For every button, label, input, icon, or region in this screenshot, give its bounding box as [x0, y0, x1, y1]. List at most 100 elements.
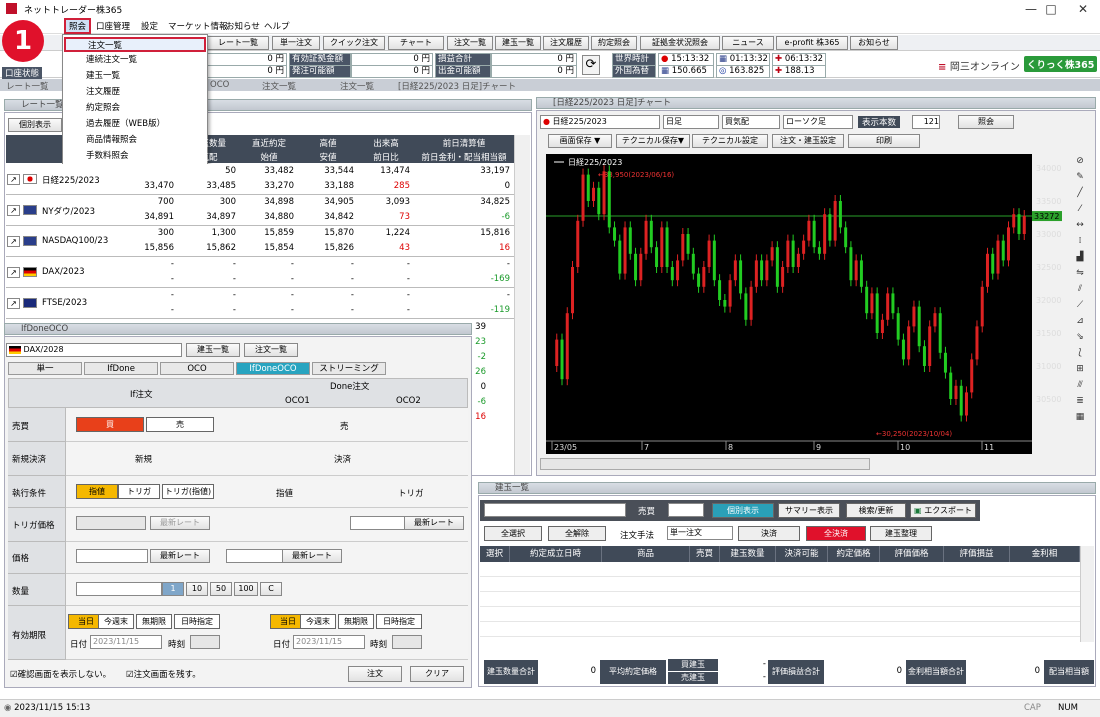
wtab-chart[interactable]: [日経225/2023 日足]チャート	[398, 80, 516, 92]
refresh-icon[interactable]: ⟳	[582, 55, 600, 75]
dropdown-item[interactable]: 過去履歴（WEB版）	[64, 117, 206, 132]
chart-period-select[interactable]: 日足	[663, 115, 719, 129]
chart-scrollbar[interactable]	[540, 458, 870, 470]
keep-window-checkbox[interactable]: ☑注文画面を残す。	[126, 668, 201, 680]
chart-link-icon[interactable]: ↗	[7, 205, 20, 216]
dropdown-item[interactable]: 注文履歴	[64, 85, 206, 100]
cond-button[interactable]: トリガ(指値)	[162, 484, 214, 499]
chart-tool-icon[interactable]: ↔	[1073, 220, 1087, 232]
toolbar-execution-button[interactable]: 約定照会	[591, 36, 637, 50]
chart-tool-icon[interactable]: ≣	[1073, 396, 1087, 408]
if-exp-button[interactable]: 日時指定	[174, 614, 220, 629]
if-date-input[interactable]: 2023/11/15	[90, 635, 162, 649]
ifd-tab[interactable]: IfDone	[84, 362, 158, 375]
chart-link-icon[interactable]: ↗	[7, 267, 20, 278]
toolbar-notice-button[interactable]: お知らせ	[850, 36, 898, 50]
ifd-order-button[interactable]: 注文	[348, 666, 402, 682]
if-trigger-latest-button[interactable]: 最新レート	[150, 516, 210, 530]
arrange-positions-button[interactable]: 建玉整理	[870, 526, 932, 541]
pos-search-button[interactable]: 検索/更新	[846, 503, 906, 518]
chart-tool-icon[interactable]: ⇋	[1073, 268, 1087, 280]
chart-tool-icon[interactable]: ▦	[1073, 412, 1087, 424]
chart-type-select[interactable]: ローソク足	[783, 115, 853, 129]
chart-action-button[interactable]: 画面保存 ▼	[548, 134, 612, 148]
qty-preset-button[interactable]: 100	[234, 582, 258, 596]
menu-news[interactable]: お知らせ	[226, 20, 260, 32]
chart-count-input[interactable]: 121	[912, 115, 940, 129]
dropdown-item[interactable]: 建玉一覧	[64, 69, 206, 84]
toolbar-chart-button[interactable]: チャート	[388, 36, 444, 50]
checkbox-icon[interactable]: ☑	[10, 670, 18, 680]
toolbar-position-list-button[interactable]: 建玉一覧	[495, 36, 541, 50]
chart-tool-icon[interactable]: ⊘	[1073, 156, 1087, 168]
menu-market[interactable]: マーケット情報	[168, 20, 228, 32]
if-time-input[interactable]	[190, 635, 220, 649]
menu-account[interactable]: 口座管理	[96, 20, 130, 32]
chart-tool-icon[interactable]: ⟋	[1073, 300, 1087, 312]
chart-tool-icon[interactable]: ⁄	[1073, 204, 1087, 216]
buy-button[interactable]: 買	[76, 417, 144, 432]
close-position-button[interactable]: 決済	[738, 526, 800, 541]
pos-symbol-select[interactable]	[484, 503, 626, 517]
toolbar-order-history-button[interactable]: 注文履歴	[543, 36, 589, 50]
chart-tool-icon[interactable]: ⊿	[1073, 316, 1087, 328]
sell-button[interactable]: 売	[146, 417, 214, 432]
chart-tool-icon[interactable]: ⇘	[1073, 332, 1087, 344]
toolbar-single-order-button[interactable]: 単一注文	[272, 36, 320, 50]
close-button[interactable]: ✕	[1060, 0, 1100, 18]
chart-tool-icon[interactable]: ⫽	[1073, 284, 1087, 296]
ifd-tab[interactable]: IfDoneOCO	[236, 362, 310, 375]
qty-preset-button[interactable]: 1	[162, 582, 184, 596]
qty-preset-button[interactable]: 50	[210, 582, 232, 596]
cond-button[interactable]: 指値	[76, 484, 118, 499]
menu-settings[interactable]: 設定	[141, 20, 158, 32]
oco2-trigger-latest-button[interactable]: 最新レート	[404, 516, 464, 530]
done-date-input[interactable]: 2023/11/15	[293, 635, 365, 649]
chart-link-icon[interactable]: ↗	[7, 236, 20, 247]
toolbar-eprofit-button[interactable]: e-profit 株365	[776, 36, 848, 50]
toolbar-order-list-button[interactable]: 注文一覧	[447, 36, 493, 50]
chart-tool-icon[interactable]: ⟅	[1073, 348, 1087, 360]
ifd-clear-button[interactable]: クリア	[410, 666, 464, 682]
dropdown-item[interactable]: 約定照会	[64, 101, 206, 116]
toolbar-quick-order-button[interactable]: クイック注文	[323, 36, 385, 50]
qty-preset-button[interactable]: 10	[186, 582, 208, 596]
ifd-tab[interactable]: 単一	[8, 362, 82, 375]
toolbar-news-button[interactable]: ニュース	[722, 36, 774, 50]
pos-individual-button[interactable]: 個別表示	[712, 503, 774, 518]
chart-tool-icon[interactable]: ▟	[1073, 252, 1087, 264]
chart-tool-icon[interactable]: ⫻	[1073, 380, 1087, 392]
chart-tool-icon[interactable]: ✎	[1073, 172, 1087, 184]
deselect-all-button[interactable]: 全解除	[548, 526, 606, 541]
ifd-orders-button[interactable]: 注文一覧	[244, 343, 298, 357]
oco1-price-latest-button[interactable]: 最新レート	[282, 549, 342, 563]
qty-input[interactable]	[76, 582, 162, 596]
chart-price-select[interactable]: 買気配	[722, 115, 780, 129]
if-exp-button[interactable]: 無期限	[136, 614, 172, 629]
chart-action-button[interactable]: テクニカル設定	[692, 134, 768, 148]
menu-inquiry[interactable]: 照会	[64, 18, 92, 34]
chart-link-icon[interactable]: ↗	[7, 174, 20, 185]
chart-tool-icon[interactable]: ⊞	[1073, 364, 1087, 376]
chart-tool-icon[interactable]: ⁞	[1073, 236, 1087, 248]
chart-tool-icon[interactable]: ╱	[1073, 188, 1087, 200]
rate-scrollbar[interactable]	[514, 135, 530, 475]
wtab-rate[interactable]: レート一覧	[6, 80, 49, 92]
chart-symbol-select[interactable]: ● 日経225/2023	[540, 115, 660, 129]
done-exp-button[interactable]: 無期限	[338, 614, 374, 629]
pos-summary-button[interactable]: サマリー表示	[778, 503, 840, 518]
if-trigger-input[interactable]	[76, 516, 146, 530]
pos-side-select[interactable]	[668, 503, 704, 517]
rate-mode-button[interactable]: 個別表示	[8, 118, 62, 132]
menu-help[interactable]: ヘルプ	[264, 20, 290, 32]
skip-confirm-checkbox[interactable]: ☑確認画面を表示しない。	[10, 668, 111, 680]
if-price-latest-button[interactable]: 最新レート	[150, 549, 210, 563]
order-method-select[interactable]: 単一注文	[667, 526, 733, 540]
checkbox-icon[interactable]: ☑	[126, 670, 134, 680]
pos-export-button[interactable]: ▣ エクスポート	[910, 503, 976, 518]
toolbar-rate-button[interactable]: レート一覧	[207, 36, 269, 50]
chart-action-button[interactable]: テクニカル保存▼	[616, 134, 690, 148]
wtab-orders-1[interactable]: 注文一覧	[262, 80, 296, 92]
done-exp-button[interactable]: 今週末	[300, 614, 336, 629]
dropdown-item[interactable]: 連続注文一覧	[64, 53, 206, 68]
